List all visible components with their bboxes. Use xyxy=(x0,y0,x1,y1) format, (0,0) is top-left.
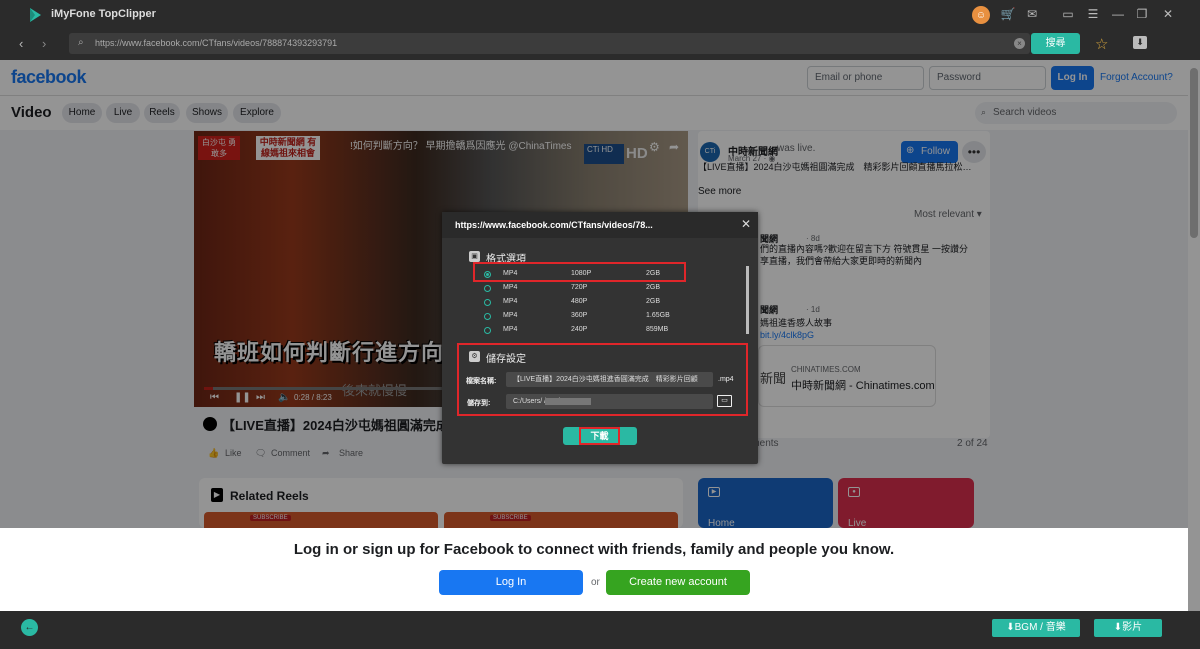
download-button-label[interactable]: 下載 xyxy=(579,427,620,445)
format-resolution: 240P xyxy=(571,326,588,333)
menu-icon[interactable]: ☰ xyxy=(1085,6,1101,22)
radio-unselected[interactable] xyxy=(484,299,491,306)
search-button[interactable]: 搜尋 xyxy=(1031,33,1080,54)
clear-url-icon[interactable]: × xyxy=(1014,38,1025,49)
format-type: MP4 xyxy=(503,284,518,291)
format-resolution: 480P xyxy=(571,298,588,305)
format-size: 1.65GB xyxy=(646,312,670,319)
format-size: 2GB xyxy=(646,298,661,305)
filename-input[interactable]: 【LIVE直播】2024白沙屯媽祖進香圓滿完成 精彩影片回顧 xyxy=(506,372,713,387)
format-type: MP4 xyxy=(503,326,518,333)
dialog-close-icon[interactable]: ✕ xyxy=(739,217,753,231)
chat-icon[interactable]: ▭ xyxy=(1060,6,1076,22)
save-section-title: 儲存設定 xyxy=(486,354,526,365)
create-account-button[interactable]: Create new account xyxy=(606,570,750,595)
save-path-input[interactable]: C:/Users/ /Desktop xyxy=(506,394,713,409)
format-option[interactable]: MP4 360P 1.65GB xyxy=(484,311,684,324)
format-option[interactable]: MP4 240P 859MB xyxy=(484,325,684,338)
forward-arrow-icon[interactable]: › xyxy=(42,36,46,51)
filename-label: 檔案名稱: xyxy=(466,378,497,385)
radio-unselected[interactable] xyxy=(484,313,491,320)
banner-login-button[interactable]: Log In xyxy=(439,570,583,595)
save-path-label: 儲存到: xyxy=(467,400,491,407)
format-size: 2GB xyxy=(646,284,661,291)
search-icon: ⌕ xyxy=(78,37,84,48)
filename-extension: .mp4 xyxy=(718,376,734,383)
highlight-box xyxy=(473,262,686,282)
format-option[interactable]: MP4 480P 2GB xyxy=(484,297,684,310)
star-icon[interactable]: ☆ xyxy=(1095,35,1108,53)
cart-icon[interactable]: 🛒 xyxy=(1000,6,1016,22)
format-settings-icon: ▣ xyxy=(469,251,480,262)
banner-or-text: or xyxy=(591,577,600,588)
title-bar xyxy=(0,0,1200,30)
format-list-scrollbar[interactable] xyxy=(746,266,749,334)
folder-icon[interactable]: ▭ xyxy=(717,395,732,407)
dialog-url: https://www.facebook.com/CTfans/videos/7… xyxy=(455,220,653,230)
save-settings-icon: ⚙ xyxy=(469,351,480,362)
back-arrow-icon[interactable]: ‹ xyxy=(19,36,23,51)
format-type: MP4 xyxy=(503,298,518,305)
minimize-icon[interactable]: — xyxy=(1110,6,1126,22)
download-list-icon[interactable]: ⬇ xyxy=(1133,36,1147,49)
restore-icon[interactable]: ❐ xyxy=(1134,6,1150,22)
format-type: MP4 xyxy=(503,312,518,319)
format-resolution: 360P xyxy=(571,312,588,319)
radio-unselected[interactable] xyxy=(484,327,491,334)
download-video-button[interactable]: ⬇影片 xyxy=(1094,619,1162,637)
close-icon[interactable]: ✕ xyxy=(1160,6,1176,22)
login-banner-text: Log in or sign up for Facebook to connec… xyxy=(293,541,895,558)
back-icon[interactable]: ← xyxy=(21,619,38,636)
format-size: 859MB xyxy=(646,326,669,333)
mail-icon[interactable]: ✉ xyxy=(1024,6,1040,22)
radio-unselected[interactable] xyxy=(484,285,491,292)
download-bgm-button[interactable]: ⬇BGM / 音樂 xyxy=(992,619,1080,637)
format-resolution: 720P xyxy=(571,284,588,291)
app-title: iMyFone TopClipper xyxy=(51,8,156,20)
url-text[interactable]: https://www.facebook.com/CTfans/videos/7… xyxy=(95,38,337,48)
format-option[interactable]: MP4 720P 2GB xyxy=(484,283,684,296)
app-logo-icon xyxy=(30,8,41,22)
redacted-username xyxy=(545,398,591,405)
user-avatar[interactable]: ☺ xyxy=(972,6,990,24)
